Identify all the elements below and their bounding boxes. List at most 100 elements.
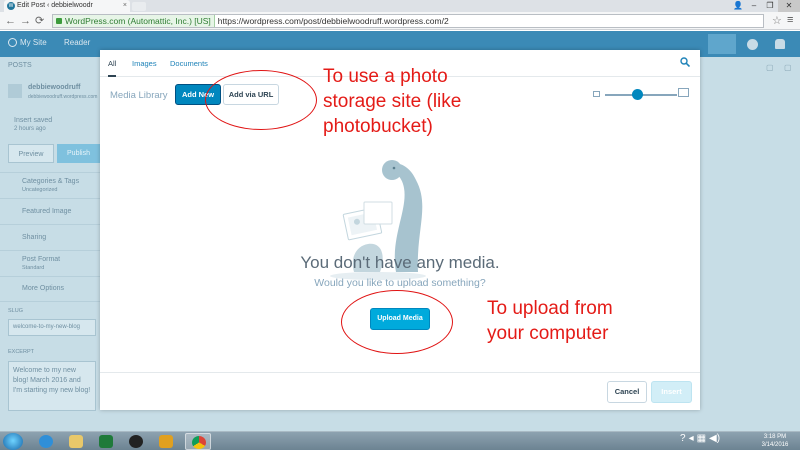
annotation-text-upload: To upload from your computer [487, 296, 613, 346]
small-thumbnail-icon [593, 91, 600, 97]
network-icon[interactable]: ▦ [697, 433, 706, 444]
tab-title: Edit Post ‹ debbielwoodr [17, 2, 93, 9]
annotation-line: To upload from [487, 298, 613, 319]
panel-icon: ▢ [766, 63, 774, 72]
reader-label: Reader [64, 38, 91, 47]
cancel-button[interactable]: Cancel [607, 381, 647, 403]
clock-date: 3/14/2016 [761, 442, 789, 448]
reader-link[interactable]: Reader [64, 38, 90, 47]
browser-toolbar: ← → ⟳ WordPress.com (Automattic, Inc.) [… [0, 12, 800, 30]
preview-button[interactable]: Preview [8, 144, 54, 163]
excerpt-field[interactable]: Welcome to my new blog! March 2016 and I… [8, 361, 96, 411]
help-icon[interactable]: ? [680, 433, 686, 444]
slug-label: SLUG [8, 308, 23, 314]
url-text[interactable]: https://wordpress.com/post/debbielwoodru… [215, 16, 449, 26]
folder-icon [69, 435, 83, 448]
outlook-icon [159, 435, 173, 448]
address-bar[interactable]: WordPress.com (Automattic, Inc.) [US] htt… [52, 14, 764, 28]
more-options-item[interactable]: More Options [22, 285, 64, 292]
divider [0, 250, 100, 251]
system-clock[interactable]: 3:18 PM 3/14/2016 [752, 433, 798, 449]
zoom-slider-handle[interactable] [631, 89, 643, 100]
system-tray: ? ◂ ▦ ◀) [680, 433, 723, 450]
ssl-label: WordPress.com (Automattic, Inc.) [US] [65, 16, 211, 26]
annotation-line: your computer [487, 323, 609, 344]
draft-status: Insert saved [14, 117, 53, 124]
clock-time: 3:18 PM [763, 434, 787, 440]
window-close-button[interactable]: ✕ [778, 0, 800, 12]
notifications-icon[interactable] [775, 39, 785, 49]
divider [0, 172, 100, 173]
write-button[interactable] [708, 34, 736, 54]
media-library-label: Media Library [110, 90, 168, 101]
lock-icon [56, 18, 62, 24]
minimize-button[interactable]: – [746, 0, 762, 12]
new-tab-button[interactable] [132, 2, 146, 11]
tab-all[interactable]: All [108, 50, 117, 77]
site-name: debbiewoodruff [28, 84, 81, 91]
reload-icon[interactable]: ⟳ [35, 14, 44, 28]
post-format-item[interactable]: Post Format [22, 256, 60, 263]
slug-field[interactable]: welcome-to-my-new-blog [8, 319, 96, 336]
outlook-taskbar-button[interactable] [153, 433, 179, 450]
excerpt-label: EXCERPT [8, 349, 34, 355]
browser-tab[interactable]: W Edit Post ‹ debbielwoodr × [4, 0, 130, 12]
slug-value: welcome-to-my-new-blog [13, 324, 81, 330]
chrome-refresh-taskbar-button[interactable] [123, 433, 149, 450]
editor-right-panel: ▢ ▢ [700, 57, 800, 431]
divider [0, 301, 100, 302]
categories-sub: Uncategorized [22, 187, 58, 193]
draft-time: 2 hours ago [14, 126, 46, 132]
start-button[interactable] [3, 433, 23, 450]
insert-button[interactable]: Insert [651, 381, 692, 403]
windows-taskbar: ? ◂ ▦ ◀) 3:18 PM 3/14/2016 [0, 431, 800, 450]
featured-image-item[interactable]: Featured Image [22, 208, 71, 215]
empty-state-title: You don't have any media. [300, 253, 500, 272]
excel-icon [99, 435, 113, 448]
my-site-label: My Site [20, 38, 47, 47]
annotation-circle-upload [341, 290, 453, 354]
site-icon [8, 84, 22, 98]
search-icon[interactable] [680, 57, 690, 67]
explorer-taskbar-button[interactable] [63, 433, 89, 450]
tab-documents[interactable]: Documents [170, 50, 208, 77]
volume-icon[interactable]: ◀) [709, 433, 720, 444]
forward-icon[interactable]: → [20, 14, 31, 28]
maximize-button[interactable]: ❐ [762, 0, 778, 12]
my-site-link[interactable]: My Site [8, 38, 47, 48]
excel-taskbar-button[interactable] [93, 433, 119, 450]
editor-sidebar: POSTS debbiewoodruff debbiewoodruff.word… [0, 57, 100, 431]
sharing-item[interactable]: Sharing [22, 234, 46, 241]
browser-tabstrip: W Edit Post ‹ debbielwoodr × 👤 – ❐ ✕ [0, 0, 800, 12]
chrome-taskbar-button[interactable] [185, 433, 211, 450]
ssl-badge[interactable]: WordPress.com (Automattic, Inc.) [US] [53, 15, 215, 27]
annotation-line: To use a photo [323, 66, 448, 87]
publish-button[interactable]: Publish [57, 144, 100, 163]
wordpress-logo-icon [8, 38, 17, 48]
annotation-text-photo-storage: To use a photo storage site (like photob… [323, 64, 461, 139]
avatar[interactable] [747, 39, 758, 50]
annotation-line: photobucket) [323, 116, 433, 137]
divider [0, 198, 100, 199]
browser-menu-icon[interactable]: ≡ [787, 14, 793, 26]
editor-bottom [100, 410, 700, 431]
tray-arrow-icon[interactable]: ◂ [689, 433, 694, 444]
tab-close-icon[interactable]: × [123, 0, 127, 12]
modal-footer: Cancel Insert [100, 372, 700, 410]
divider [0, 224, 100, 225]
app-icon [129, 435, 143, 448]
back-icon[interactable]: ← [5, 14, 16, 28]
window-controls: 👤 – ❐ ✕ [730, 0, 800, 12]
tab-images[interactable]: Images [132, 50, 157, 77]
user-icon[interactable]: 👤 [730, 0, 746, 12]
divider [0, 276, 100, 277]
ie-icon [39, 435, 53, 448]
sidebar-back-link[interactable]: POSTS [8, 62, 32, 69]
site-url: debbiewoodruff.wordpress.com [28, 94, 98, 100]
annotation-circle-add-via-url [205, 70, 317, 130]
ie-taskbar-button[interactable] [33, 433, 59, 450]
categories-item[interactable]: Categories & Tags [22, 178, 79, 185]
empty-state-subtitle: Would you like to upload something? [314, 277, 486, 289]
bookmark-star-icon[interactable]: ☆ [772, 14, 782, 27]
wordpress-favicon-icon: W [7, 2, 15, 10]
